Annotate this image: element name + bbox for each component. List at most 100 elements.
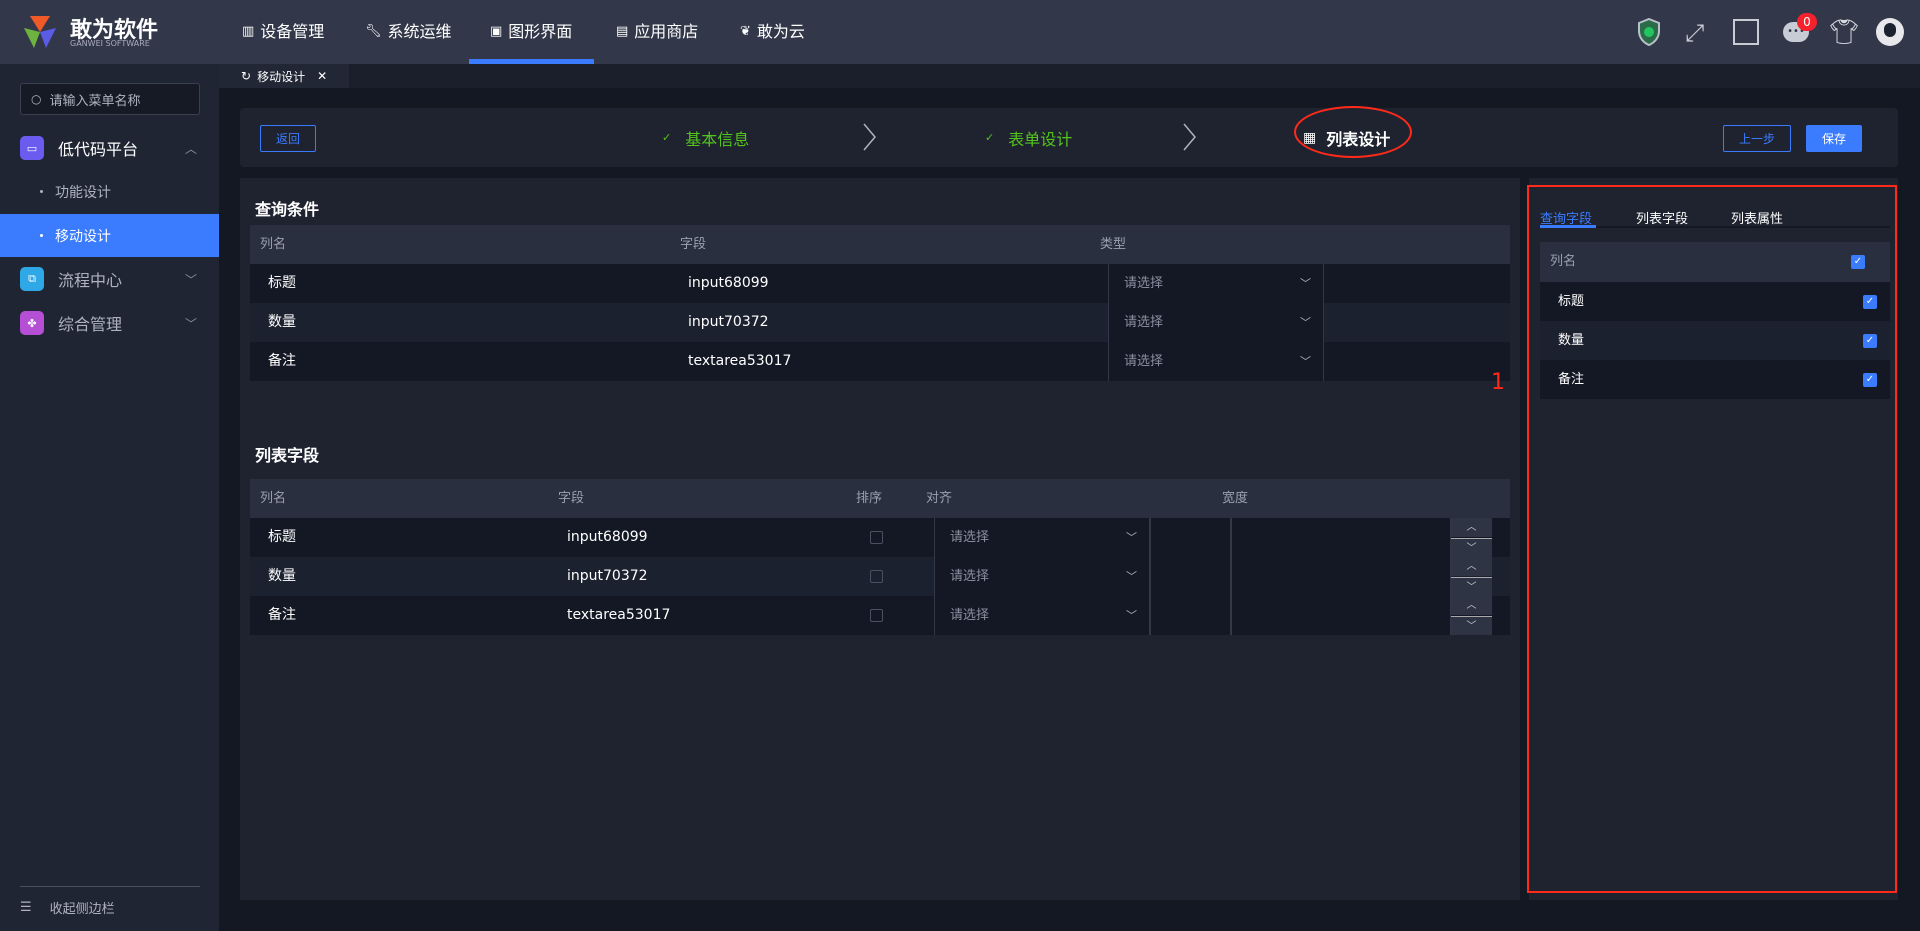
nav-label: 敢为云 <box>756 22 805 41</box>
save-button[interactable]: 保存 <box>1806 125 1862 152</box>
col-header: 列名 <box>260 237 287 252</box>
col-header: 宽度 <box>1222 491 1249 506</box>
list-title: 列表字段 <box>255 446 320 465</box>
type-select[interactable]: 请选择 ﹀ <box>1108 303 1324 342</box>
screenshot-icon[interactable] <box>1733 19 1759 45</box>
check-icon: ✓ <box>985 131 995 144</box>
tab-mobile-design[interactable]: ↻ 移动设计 ✕ <box>219 64 349 88</box>
chevron-down-icon: ﹀ <box>184 272 197 287</box>
sidebar-item-lowcode[interactable]: ▭ 低代码平台 ︿ <box>0 126 219 170</box>
sidebar-item-general[interactable]: ✤ 综合管理 ﹀ <box>0 301 219 345</box>
workflow-icon: ⧉ <box>20 267 44 291</box>
chevron-down-icon: ﹀ <box>1126 570 1137 583</box>
list-row: 数量 input70372 请选择 ﹀ ︿ ﹀ <box>250 557 1510 596</box>
nav-cloud[interactable]: ❦ 敢为云 <box>740 0 805 64</box>
align-select[interactable]: 请选择 ﹀ <box>934 518 1150 557</box>
increment-button[interactable]: ︿ <box>1451 596 1492 615</box>
query-row: 数量 input70372 请选择 ﹀ <box>250 303 1510 342</box>
annotation-box <box>1527 185 1897 893</box>
increment-button[interactable]: ︿ <box>1451 518 1492 537</box>
decrement-button[interactable]: ﹀ <box>1451 616 1492 635</box>
refresh-icon: ↻ <box>241 69 252 83</box>
chevron-down-icon: ﹀ <box>1300 316 1311 329</box>
align-select[interactable]: 请选择 ﹀ <box>934 557 1150 596</box>
chevron-right-icon <box>863 123 876 151</box>
nav-device[interactable]: ▥ 设备管理 <box>242 0 324 64</box>
width-unit-field[interactable] <box>1150 596 1231 635</box>
row-name: 标题 <box>268 529 296 545</box>
sidebar-item-workflow[interactable]: ⧉ 流程中心 ﹀ <box>0 257 219 301</box>
prev-step-button[interactable]: 上一步 <box>1723 125 1791 152</box>
wrench-icon: 🔧︎ <box>365 24 382 39</box>
theme-shirt-icon[interactable]: 👕︎ <box>1829 18 1859 46</box>
sort-checkbox[interactable] <box>870 570 883 583</box>
menu-search-input[interactable]: ○ 请输入菜单名称 <box>20 83 200 115</box>
sidebar-label: 综合管理 <box>58 315 123 334</box>
shield-icon[interactable] <box>1637 17 1661 50</box>
collapse-icon: ☰ <box>20 900 32 915</box>
sidebar-label: 低代码平台 <box>58 140 139 159</box>
decrement-button[interactable]: ﹀ <box>1451 577 1492 596</box>
step-basic-info[interactable]: ✓ 基本信息 <box>662 108 749 167</box>
list-table-header: 列名 字段 排序 对齐 宽度 <box>250 479 1510 518</box>
sort-checkbox[interactable] <box>870 531 883 544</box>
decrement-button[interactable]: ﹀ <box>1451 538 1492 557</box>
row-name: 数量 <box>268 568 296 584</box>
tab-label: 移动设计 <box>257 69 306 84</box>
row-field: input68099 <box>688 275 769 291</box>
col-header: 对齐 <box>926 491 953 506</box>
col-header: 字段 <box>680 237 707 252</box>
select-placeholder: 请选择 <box>950 530 990 545</box>
row-field: input68099 <box>567 529 648 545</box>
nav-label: 系统运维 <box>387 22 452 41</box>
close-icon[interactable]: ✕ <box>317 69 327 83</box>
top-bar: 敢为软件 GANWEI SOFTWARE ▥ 设备管理 🔧︎ 系统运维 ▣ 图形界面 … <box>0 0 1920 64</box>
notification-badge: 0 <box>1797 13 1817 31</box>
select-placeholder: 请选择 <box>950 569 990 584</box>
align-select[interactable]: 请选择 ﹀ <box>934 596 1150 635</box>
store-icon: ▤ <box>616 24 629 39</box>
search-placeholder: 请输入菜单名称 <box>49 93 141 109</box>
nav-ops[interactable]: 🔧︎ 系统运维 <box>365 0 452 64</box>
sidebar-item-function-design[interactable]: 功能设计 <box>0 170 219 213</box>
fullscreen-icon[interactable]: ⤢ <box>1685 19 1704 47</box>
type-select[interactable]: 请选择 ﹀ <box>1108 342 1324 381</box>
col-header: 字段 <box>558 491 585 506</box>
sort-checkbox[interactable] <box>870 609 883 622</box>
type-select[interactable]: 请选择 ﹀ <box>1108 264 1324 303</box>
sidebar: ○ 请输入菜单名称 ▭ 低代码平台 ︿ 功能设计 移动设计 ⧉ 流程中心 ﹀ ✤ 综合管理… <box>0 64 219 931</box>
width-unit-field[interactable] <box>1150 557 1231 596</box>
annotation-label: 1 <box>1491 370 1505 395</box>
row-field: input70372 <box>567 568 648 584</box>
collapse-sidebar-button[interactable]: ☰ 收起侧边栏 <box>20 898 115 917</box>
list-row: 备注 textarea53017 请选择 ﹀ ︿ ﹀ <box>250 596 1510 635</box>
sidebar-label: 功能设计 <box>55 184 111 201</box>
row-field: textarea53017 <box>567 607 671 623</box>
increment-button[interactable]: ︿ <box>1451 557 1492 576</box>
width-input[interactable] <box>1231 518 1451 557</box>
width-input[interactable] <box>1231 557 1451 596</box>
nav-graphics[interactable]: ▣ 图形界面 <box>490 0 572 64</box>
sidebar-item-mobile-design[interactable]: 移动设计 <box>0 214 219 257</box>
brand-sub: GANWEI SOFTWARE <box>70 39 150 48</box>
select-placeholder: 请选择 <box>950 608 990 623</box>
nav-store[interactable]: ▤ 应用商店 <box>616 0 698 64</box>
sidebar-label: 移动设计 <box>55 228 111 245</box>
cloud-icon: ❦ <box>740 24 751 39</box>
row-field: input70372 <box>688 314 769 330</box>
divider <box>20 886 200 887</box>
logo-icon <box>22 14 58 50</box>
nav-label: 应用商店 <box>634 22 699 41</box>
width-input[interactable] <box>1231 596 1451 635</box>
design-panel: 查询条件 列名 字段 类型 标题 input68099 请选择 ﹀ 数量 inpu… <box>240 178 1520 900</box>
step-form-design[interactable]: ✓ 表单设计 <box>985 108 1072 167</box>
chevron-up-icon: ︿ <box>184 141 197 156</box>
back-button[interactable]: 返回 <box>260 125 316 152</box>
width-unit-field[interactable] <box>1150 518 1231 557</box>
query-row: 备注 textarea53017 请选择 ﹀ <box>250 342 1510 381</box>
chevron-down-icon: ﹀ <box>184 316 197 331</box>
avatar[interactable] <box>1876 18 1904 46</box>
collapse-label: 收起侧边栏 <box>49 902 115 917</box>
chevron-down-icon: ﹀ <box>1126 609 1137 622</box>
chevron-right-icon <box>1183 123 1196 151</box>
